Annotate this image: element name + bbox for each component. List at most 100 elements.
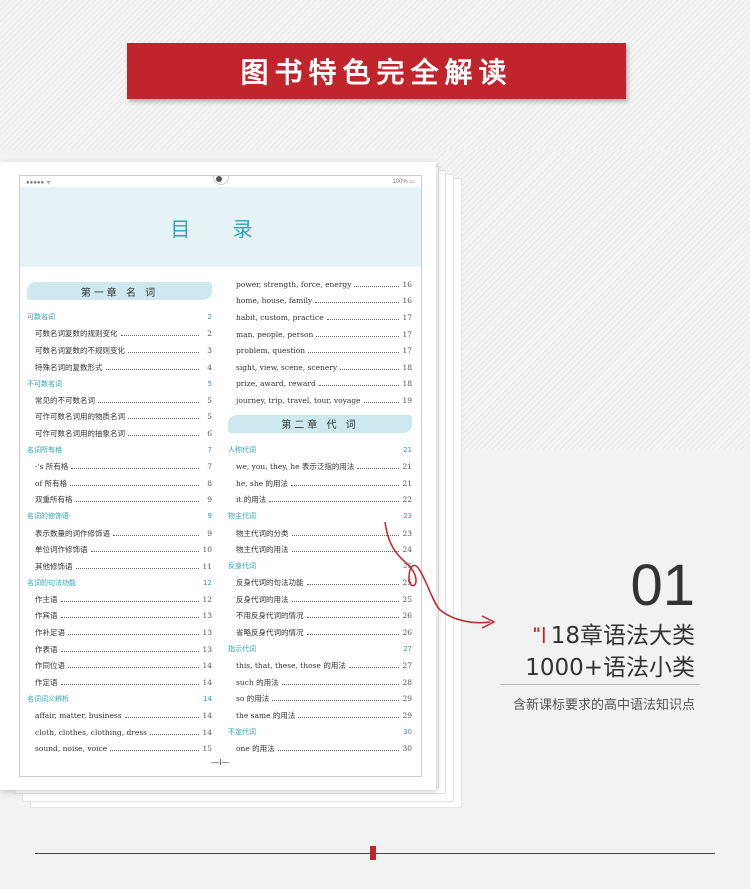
- toc-section: 人称代词 21: [228, 442, 412, 459]
- leader-dots: [150, 733, 199, 735]
- leader-dots: [306, 584, 399, 586]
- toc-label: it 的用法: [236, 495, 267, 505]
- toc-right-column: power, strength, force, energy 16 home, ho…: [228, 276, 412, 757]
- toc-page-number: 29: [402, 711, 412, 721]
- toc-entry: 作定语 14: [27, 674, 212, 691]
- toc-label: man, people, person: [236, 329, 314, 339]
- leader-dots: [58, 319, 199, 320]
- toc-label: sight, view, scene, scenery: [236, 362, 338, 372]
- toc-label: -'s 所有格: [35, 462, 69, 472]
- toc-page-number: 24: [402, 545, 412, 555]
- leader-dots: [259, 568, 399, 569]
- toc-page-number: 16: [402, 279, 412, 289]
- leader-dots: [326, 318, 399, 320]
- toc-page-number: 2: [207, 313, 212, 322]
- toc-page-number: 2: [207, 329, 212, 339]
- toc-label: home, house, family: [236, 296, 313, 306]
- leader-dots: [68, 634, 199, 636]
- toc-label: 可数名词: [27, 313, 55, 322]
- toc-page-number: 17: [402, 312, 412, 322]
- feature-line-1: "| 18章语法大类: [533, 616, 695, 650]
- toc-page-number: 5: [207, 395, 212, 405]
- toc-label: 可数名词复数的规则变化: [35, 329, 118, 339]
- feature-line-2: 1000+语法小类: [525, 655, 695, 681]
- leader-dots: [71, 468, 199, 470]
- toc-left-column: 第一章 名 词 可数名词 2 可数名词复数的规则变化 2 可数名词复数的不规则变化 3 特殊…: [27, 282, 212, 757]
- toc-entry: 常见的不可数名词 5: [27, 392, 212, 409]
- leader-dots: [259, 518, 399, 519]
- toc-label: 可数名词复数的不规则变化: [35, 345, 125, 355]
- toc-page-number: 23: [403, 512, 412, 521]
- toc-entry: 反身代词的用法 25: [228, 591, 412, 608]
- toc-entry: habit, custom, practice 17: [228, 309, 412, 326]
- toc-label: 名词词义辨析: [27, 694, 69, 703]
- toc-label: 名词的修饰语: [27, 512, 69, 521]
- leader-dots: [272, 700, 399, 702]
- toc-section: 物主代词 23: [228, 508, 412, 525]
- toc-label: prize, award, reward: [236, 379, 316, 389]
- toc-label: 作定语: [35, 677, 58, 687]
- toc-label: of 所有格: [35, 478, 68, 488]
- toc-entry: 作同位语 14: [27, 657, 212, 674]
- toc-label: 作主语: [35, 594, 58, 604]
- tablet-screen: ●●●●● ᯤ 100% ▭ 目 录 第一章 名 词 可数名词 2 可数名词复数的规…: [19, 175, 422, 777]
- toc-entry: man, people, person 17: [228, 326, 412, 343]
- toc-label: 不可数名词: [27, 379, 62, 388]
- toc-label: 人称代词: [228, 446, 256, 455]
- leader-dots: [60, 600, 199, 602]
- toc-list: 可数名词 2 可数名词复数的规则变化 2 可数名词复数的不规则变化 3 特殊名词的复数形式 4…: [27, 309, 212, 757]
- leader-dots: [354, 285, 399, 287]
- toc-page-number: 28: [402, 677, 412, 687]
- leader-dots: [75, 567, 199, 569]
- toc-entry: sight, view, scene, scenery 18: [228, 359, 412, 376]
- leader-dots: [113, 534, 199, 536]
- toc-label: affair, matter, business: [35, 711, 122, 721]
- toc-entry: 作宾语 13: [27, 608, 212, 625]
- leader-dots: [340, 368, 399, 370]
- leader-dots: [60, 617, 199, 619]
- toc-label: 其他修饰语: [35, 561, 73, 571]
- toc-entry: 不用反身代词的情况 26: [228, 608, 412, 625]
- toc-label: 物主代词: [228, 512, 256, 521]
- toc-label: 不用反身代词的情况: [236, 611, 304, 621]
- toc-page-number: 10: [202, 545, 212, 555]
- toc-entry: 物主代词的分类 23: [228, 525, 412, 542]
- toc-label: 特殊名词的复数形式: [35, 362, 103, 372]
- toc-entry: 反身代词的句法功能 25: [228, 575, 412, 592]
- toc-label: 可作可数名词用的物质名词: [35, 412, 125, 422]
- toc-page-number: 13: [202, 611, 212, 621]
- toc-entry: problem, question 17: [228, 342, 412, 359]
- quote-mark-icon: "|: [532, 624, 547, 643]
- toc-entry: home, house, family 16: [228, 293, 412, 310]
- toc-label: such 的用法: [236, 677, 279, 687]
- toc-page-number: 25: [402, 594, 412, 604]
- toc-page-number: 30: [402, 744, 412, 754]
- leader-dots: [70, 484, 199, 486]
- leader-dots: [277, 750, 399, 752]
- toc-entry: affair, matter, business 14: [27, 707, 212, 724]
- toc-section: 名词词义辨析 14: [27, 691, 212, 708]
- leader-dots: [363, 401, 399, 403]
- toc-page-number: 8: [207, 478, 212, 488]
- toc-section: 反身代词 25: [228, 558, 412, 575]
- toc-label: 可作可数名词用的抽象名词: [35, 428, 125, 438]
- toc-label: 物主代词的分类: [236, 528, 289, 538]
- toc-page-number: 21: [402, 462, 412, 472]
- toc-entry: 表示数量的词作修饰语 9: [27, 525, 212, 542]
- toc-label: this, that, these, those 的用法: [236, 661, 346, 671]
- leader-dots: [105, 368, 199, 370]
- toc-entry: of 所有格 8: [27, 475, 212, 492]
- toc-entry: sound, noise, voice 15: [27, 740, 212, 757]
- leader-dots: [124, 717, 199, 719]
- camera-icon: [216, 176, 222, 182]
- toc-label: 名词的句法功能: [27, 578, 76, 587]
- toc-label: one 的用法: [236, 744, 275, 754]
- toc-entry: journey, trip, travel, tour, voyage 19: [228, 392, 412, 409]
- toc-page-number: 12: [202, 594, 212, 604]
- leader-dots: [72, 518, 199, 519]
- toc-page-number: 25: [403, 562, 412, 571]
- leader-dots: [306, 617, 399, 619]
- toc-page-number: 19: [402, 395, 412, 405]
- toc-label: cloth, clothes, clothing, dress: [35, 727, 148, 737]
- toc-page-number: 29: [402, 694, 412, 704]
